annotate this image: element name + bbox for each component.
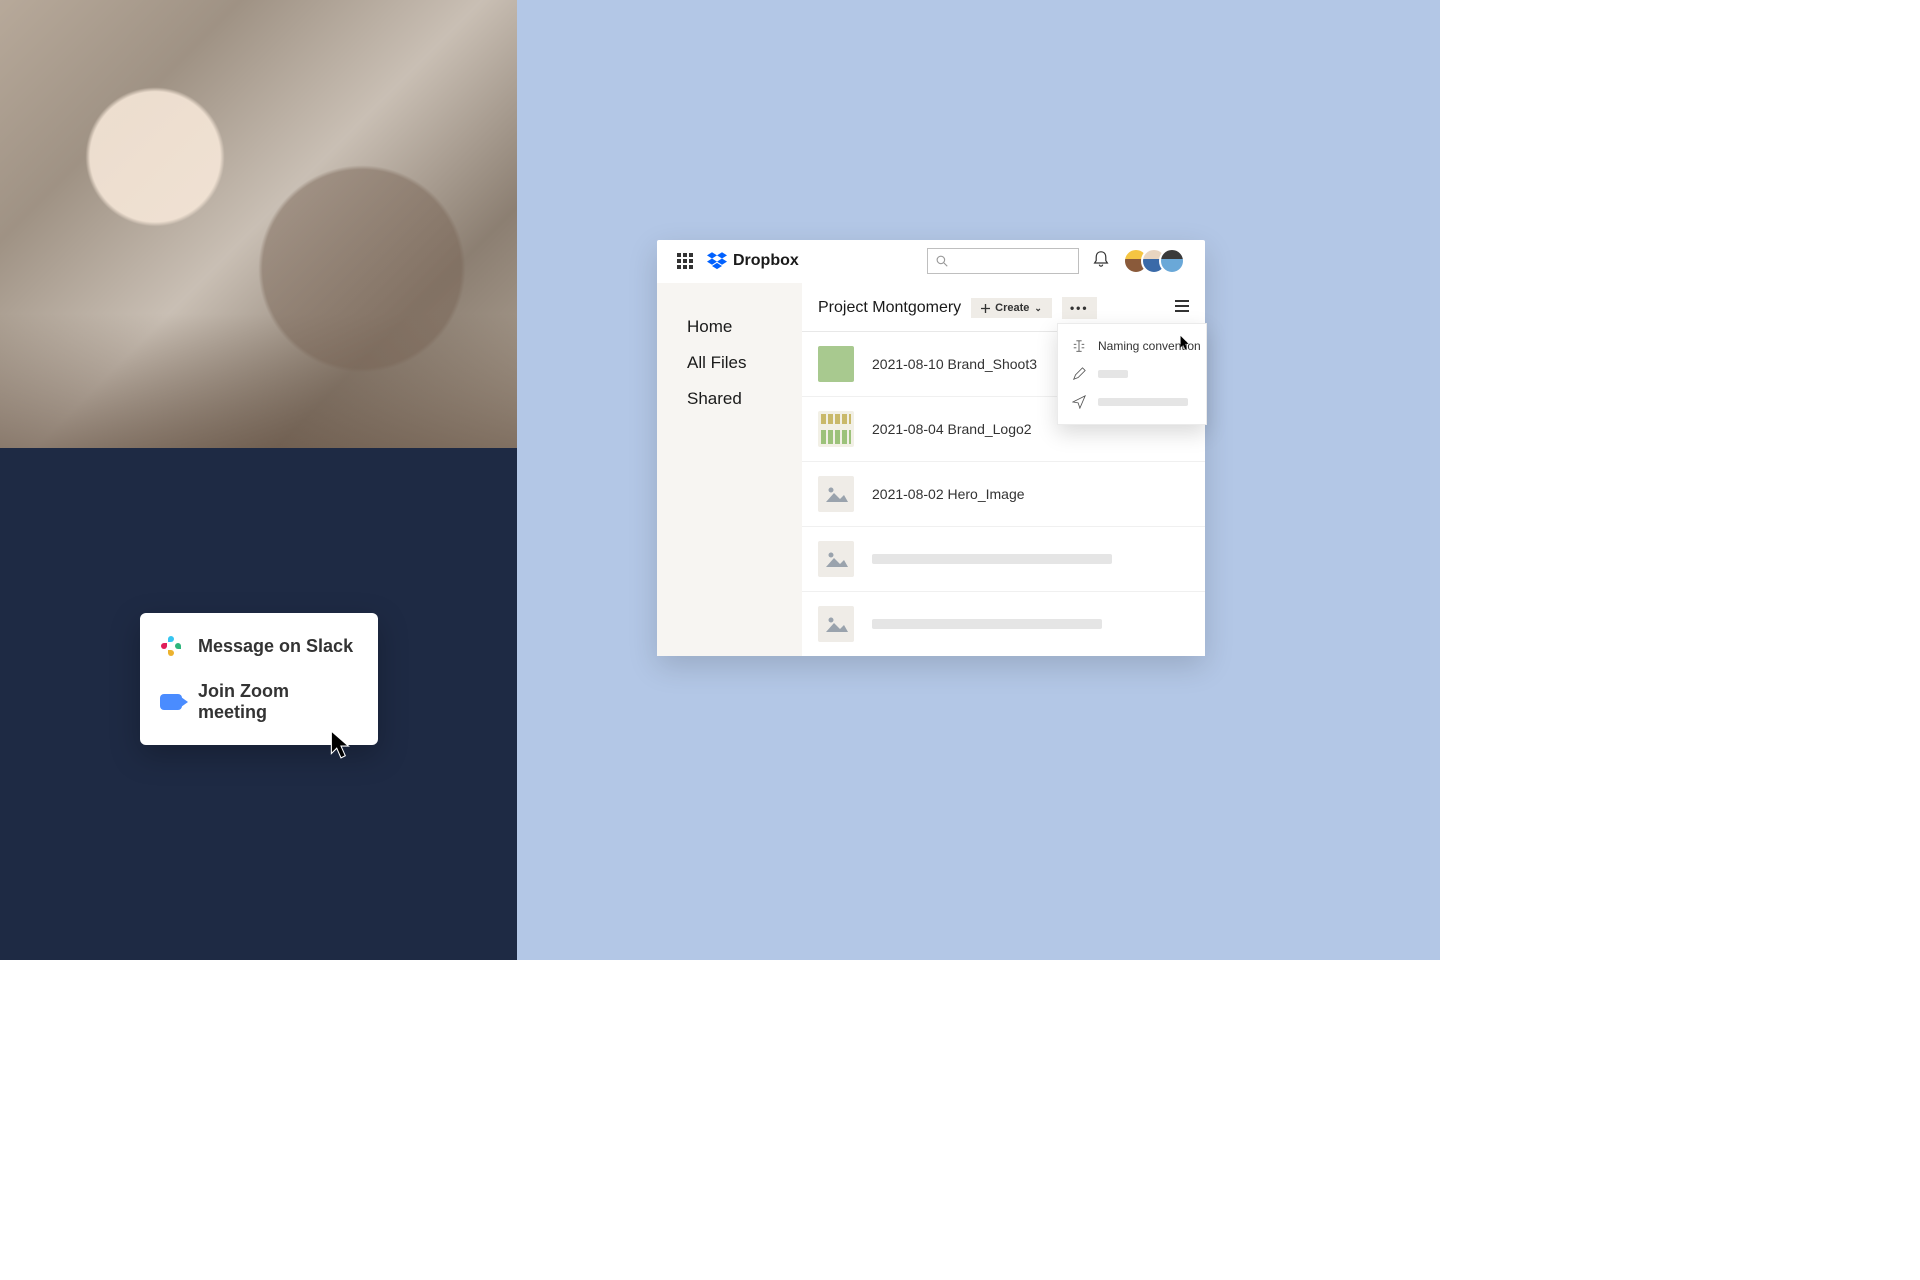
cursor-icon <box>330 730 352 760</box>
join-zoom-meeting-button[interactable]: Join Zoom meeting <box>140 669 378 735</box>
popover-label-placeholder <box>1098 370 1128 378</box>
slack-label: Message on Slack <box>198 636 353 657</box>
sidebar-item-all-files[interactable]: All Files <box>687 345 802 381</box>
create-label: Create <box>995 302 1029 314</box>
dark-panel: Message on Slack Join Zoom meeting <box>0 448 517 960</box>
paper-plane-icon <box>1072 395 1086 409</box>
popover-item-placeholder[interactable] <box>1058 388 1206 416</box>
chevron-down-icon: ⌄ <box>1034 303 1042 314</box>
sidebar-item-home[interactable]: Home <box>687 309 802 345</box>
avatar-stack[interactable] <box>1123 248 1185 274</box>
top-bar: Dropbox <box>657 240 1205 283</box>
popover-label-placeholder <box>1098 398 1188 406</box>
zoom-icon <box>160 691 182 713</box>
slack-icon <box>160 635 182 657</box>
more-options-button[interactable]: ••• <box>1062 297 1097 319</box>
popover-item-placeholder[interactable] <box>1058 360 1206 388</box>
hero-photo <box>0 0 517 448</box>
apps-grid-icon[interactable] <box>677 253 693 269</box>
brand-text: Dropbox <box>733 252 799 270</box>
file-name: 2021-08-10 Brand_Shoot3 <box>872 356 1037 372</box>
avatar[interactable] <box>1159 248 1185 274</box>
integration-card: Message on Slack Join Zoom meeting <box>140 613 378 745</box>
left-column: Message on Slack Join Zoom meeting <box>0 0 517 960</box>
plus-icon <box>981 304 990 313</box>
body-area: Home All Files Shared Project Montgomery… <box>657 283 1205 656</box>
file-row[interactable] <box>802 527 1205 592</box>
file-row[interactable] <box>802 592 1205 656</box>
dropbox-brand[interactable]: Dropbox <box>707 252 799 270</box>
file-name: 2021-08-04 Brand_Logo2 <box>872 421 1032 437</box>
message-on-slack-button[interactable]: Message on Slack <box>140 623 378 669</box>
file-name-placeholder <box>872 619 1102 629</box>
search-icon <box>936 255 948 267</box>
file-row[interactable]: 2021-08-02 Hero_Image <box>802 462 1205 527</box>
file-name: 2021-08-02 Hero_Image <box>872 486 1025 502</box>
file-thumbnail <box>818 476 854 512</box>
folder-title: Project Montgomery <box>818 299 961 317</box>
list-view-button[interactable] <box>1175 299 1189 317</box>
file-thumbnail <box>818 541 854 577</box>
text-cursor-icon <box>1072 339 1086 353</box>
file-thumbnail <box>818 411 854 447</box>
cursor-icon <box>1179 335 1191 351</box>
search-input[interactable] <box>927 248 1079 274</box>
sidebar: Home All Files Shared <box>657 283 802 656</box>
right-column: Dropbox Home All Files Shared <box>517 0 1440 960</box>
sidebar-item-shared[interactable]: Shared <box>687 381 802 417</box>
pencil-icon <box>1072 367 1086 381</box>
notifications-button[interactable] <box>1093 250 1109 273</box>
file-thumbnail <box>818 346 854 382</box>
file-thumbnail <box>818 606 854 642</box>
dropbox-logo-icon <box>707 252 727 270</box>
file-name-placeholder <box>872 554 1112 564</box>
main-pane: Project Montgomery Create ⌄ ••• <box>802 283 1205 656</box>
dropbox-window: Dropbox Home All Files Shared <box>657 240 1205 656</box>
create-button[interactable]: Create ⌄ <box>971 298 1052 318</box>
zoom-label: Join Zoom meeting <box>198 681 358 723</box>
